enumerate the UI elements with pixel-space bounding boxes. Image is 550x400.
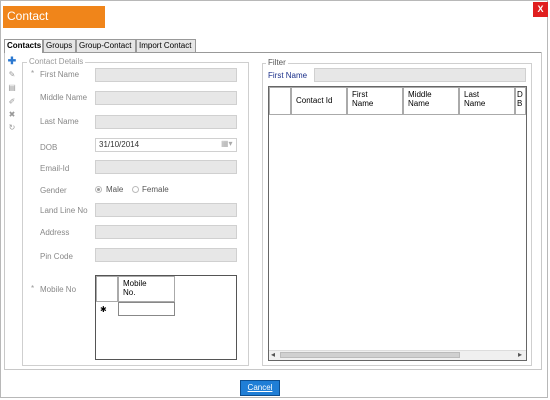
contact-details-legend: Contact Details [27, 57, 86, 66]
gender-female-radio[interactable] [132, 186, 139, 193]
column-middle-name-line1: Middle [408, 90, 432, 99]
gender-male-radio[interactable] [95, 186, 102, 193]
last-name-label: Last Name [40, 117, 79, 126]
new-row-icon: ✱ [100, 305, 107, 314]
edit-icon[interactable]: ✎ [7, 70, 17, 80]
pencil-icon[interactable]: ✐ [7, 97, 17, 107]
window-title: Contact [7, 9, 49, 23]
column-contact-id-label: Contact Id [296, 96, 333, 105]
landline-label: Land Line No [40, 206, 88, 215]
tab-contacts[interactable]: Contacts [4, 39, 43, 53]
dob-value: 31/10/2014 [99, 140, 140, 149]
column-middle-name-line2: Name [408, 99, 430, 108]
mobile-grid-header[interactable]: Mobile No. [118, 276, 175, 302]
column-first-name[interactable]: First Name [347, 87, 403, 115]
gender-male-label: Male [106, 185, 124, 194]
grid-corner-header [269, 87, 291, 115]
save-icon[interactable]: ▤ [7, 83, 17, 93]
first-name-label: First Name [40, 70, 80, 79]
mobile-grid-corner [96, 276, 118, 302]
column-last-name-line2: Name [464, 99, 486, 108]
delete-icon[interactable]: ✖ [7, 110, 17, 120]
dob-label: DOB [40, 143, 58, 152]
middle-name-label: Middle Name [40, 93, 88, 102]
refresh-icon[interactable]: ↻ [7, 123, 17, 133]
address-label: Address [40, 228, 70, 237]
column-last-name[interactable]: Last Name [459, 87, 515, 115]
mobile-header-line1: Mobile [123, 279, 147, 288]
column-dob-line1: D [517, 90, 523, 99]
last-name-field[interactable] [95, 115, 237, 129]
column-contact-id[interactable]: Contact Id [291, 87, 347, 115]
column-first-name-line1: First [352, 90, 368, 99]
gender-label: Gender [40, 186, 67, 195]
tab-groups[interactable]: Groups [43, 39, 76, 52]
scroll-right-icon[interactable]: ▸ [518, 350, 522, 359]
required-mark: * [31, 69, 35, 78]
column-middle-name[interactable]: Middle Name [403, 87, 459, 115]
filter-legend: Filter [266, 58, 288, 67]
column-dob[interactable]: D B [515, 87, 526, 115]
mobile-header-line2: No. [123, 288, 136, 297]
required-mark: * [31, 284, 35, 293]
middle-name-field[interactable] [95, 91, 237, 105]
first-name-field[interactable] [95, 68, 237, 82]
tab-import-contact[interactable]: Import Contact [136, 39, 196, 52]
filter-first-name-input[interactable] [314, 68, 526, 82]
pincode-label: Pin Code [40, 252, 73, 261]
mobile-label: Mobile No [40, 285, 77, 294]
scroll-left-icon[interactable]: ◂ [271, 350, 275, 359]
calendar-icon[interactable]: ▦▾ [221, 139, 233, 148]
landline-field[interactable] [95, 203, 237, 217]
filter-first-name-label: First Name [268, 71, 308, 80]
mobile-no-input[interactable] [118, 302, 175, 316]
add-icon[interactable]: ✚ [7, 57, 17, 67]
pincode-field[interactable] [95, 248, 237, 262]
cancel-button[interactable]: Cancel [240, 380, 280, 396]
contacts-grid[interactable] [268, 86, 527, 361]
scrollbar-thumb[interactable] [280, 352, 460, 358]
email-field[interactable] [95, 160, 237, 174]
dob-field[interactable]: 31/10/2014 [95, 138, 237, 152]
column-first-name-line2: Name [352, 99, 374, 108]
column-dob-line2: B [517, 99, 523, 108]
gender-female-label: Female [142, 185, 169, 194]
close-button[interactable]: X [533, 2, 548, 17]
email-label: Email-Id [40, 164, 70, 173]
tab-group-contact[interactable]: Group-Contact [76, 39, 136, 52]
address-field[interactable] [95, 225, 237, 239]
column-last-name-line1: Last [464, 90, 480, 99]
